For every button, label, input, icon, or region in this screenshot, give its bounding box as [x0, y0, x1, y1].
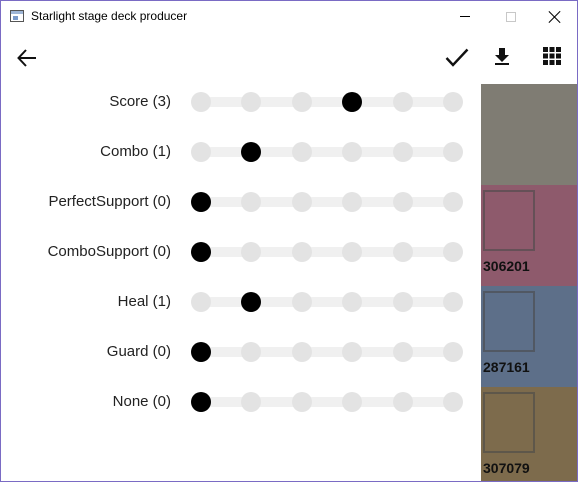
close-button[interactable]: [532, 1, 577, 32]
arrow-left-icon: [17, 49, 36, 67]
filter-slider[interactable]: [191, 242, 463, 262]
slider-step[interactable]: [292, 292, 312, 312]
slider-step[interactable]: [393, 392, 413, 412]
filter-row: Combo (1): [1, 132, 481, 172]
checkmark-icon: [445, 48, 469, 67]
filter-label: PerfectSupport (0): [48, 193, 171, 210]
filter-slider[interactable]: [191, 392, 463, 412]
slider-step[interactable]: [342, 292, 362, 312]
slider-step[interactable]: [292, 92, 312, 112]
filter-row: None (0): [1, 382, 481, 422]
filter-label: Heal (1): [117, 293, 171, 310]
grid-icon[interactable]: [540, 44, 564, 68]
card-thumbnail: [483, 190, 535, 251]
filter-slider[interactable]: [191, 342, 463, 362]
slider-step[interactable]: [292, 192, 312, 212]
filter-row: Score (3): [1, 82, 481, 122]
slider-thumb[interactable]: [191, 392, 211, 412]
slider-track: [201, 347, 453, 357]
slider-step[interactable]: [443, 392, 463, 412]
card-number: 287161: [483, 359, 530, 375]
slider-track: [201, 297, 453, 307]
slider-step[interactable]: [393, 342, 413, 362]
filter-label: ComboSupport (0): [47, 243, 171, 260]
slider-step[interactable]: [241, 92, 261, 112]
slider-step[interactable]: [393, 292, 413, 312]
filter-label: Combo (1): [100, 143, 171, 160]
slider-step[interactable]: [292, 392, 312, 412]
slider-step[interactable]: [393, 92, 413, 112]
filter-label: None (0): [112, 393, 171, 410]
filter-label: Score (3): [109, 93, 171, 110]
card-item[interactable]: [481, 84, 577, 185]
slider-track: [201, 147, 453, 157]
slider-step[interactable]: [393, 142, 413, 162]
card-item[interactable]: 287161: [481, 286, 577, 387]
filter-slider[interactable]: [191, 192, 463, 212]
slider-step[interactable]: [191, 292, 211, 312]
slider-thumb[interactable]: [191, 242, 211, 262]
slider-step[interactable]: [241, 342, 261, 362]
slider-step[interactable]: [342, 392, 362, 412]
card-number: 307079: [483, 460, 530, 476]
window-title: Starlight stage deck producer: [31, 9, 188, 23]
back-button[interactable]: [13, 44, 41, 72]
title-bar: Starlight stage deck producer: [1, 1, 577, 32]
slider-step[interactable]: [241, 392, 261, 412]
filter-row: ComboSupport (0): [1, 232, 481, 272]
slider-step[interactable]: [393, 242, 413, 262]
slider-thumb[interactable]: [342, 92, 362, 112]
filter-slider[interactable]: [191, 142, 463, 162]
slider-thumb[interactable]: [191, 192, 211, 212]
filter-slider[interactable]: [191, 292, 463, 312]
slider-step[interactable]: [191, 142, 211, 162]
slider-step[interactable]: [443, 92, 463, 112]
background-toolbar: [481, 32, 577, 84]
slider-step[interactable]: [342, 192, 362, 212]
maximize-button[interactable]: [488, 1, 534, 32]
slider-step[interactable]: [393, 192, 413, 212]
filter-slider[interactable]: [191, 92, 463, 112]
slider-step[interactable]: [241, 242, 261, 262]
close-icon: [549, 11, 561, 23]
slider-step[interactable]: [443, 142, 463, 162]
slider-step[interactable]: [443, 342, 463, 362]
card-item[interactable]: 307079: [481, 387, 577, 481]
background-content: 306201 287161 307079: [481, 32, 577, 481]
slider-step[interactable]: [342, 142, 362, 162]
slider-track: [201, 247, 453, 257]
slider-thumb[interactable]: [241, 292, 261, 312]
slider-step[interactable]: [292, 142, 312, 162]
slider-step[interactable]: [191, 92, 211, 112]
slider-thumb[interactable]: [191, 342, 211, 362]
slider-step[interactable]: [241, 192, 261, 212]
slider-track: [201, 197, 453, 207]
slider-track: [201, 397, 453, 407]
confirm-button[interactable]: [443, 44, 471, 72]
slider-step[interactable]: [292, 242, 312, 262]
slider-thumb[interactable]: [241, 142, 261, 162]
filter-row: Heal (1): [1, 282, 481, 322]
slider-step[interactable]: [443, 192, 463, 212]
slider-step[interactable]: [443, 292, 463, 312]
card-thumbnail: [483, 392, 535, 453]
slider-step[interactable]: [443, 242, 463, 262]
slider-step[interactable]: [292, 342, 312, 362]
filter-label: Guard (0): [106, 343, 171, 360]
filter-row: Guard (0): [1, 332, 481, 372]
filter-panel: Score (3) Combo (1) PerfectSupport (0) Comb…: [1, 32, 481, 481]
minimize-icon: [460, 16, 470, 17]
slider-step[interactable]: [342, 242, 362, 262]
card-thumbnail: [483, 291, 535, 352]
app-window: Starlight stage deck producer 306201 287…: [0, 0, 578, 482]
card-number: 306201: [483, 258, 530, 274]
minimize-button[interactable]: [442, 1, 488, 32]
download-icon[interactable]: [490, 44, 514, 68]
maximize-icon: [506, 11, 516, 22]
slider-step[interactable]: [342, 342, 362, 362]
filter-row: PerfectSupport (0): [1, 182, 481, 222]
app-icon: [10, 10, 24, 22]
slider-track: [201, 97, 453, 107]
card-item[interactable]: 306201: [481, 185, 577, 286]
